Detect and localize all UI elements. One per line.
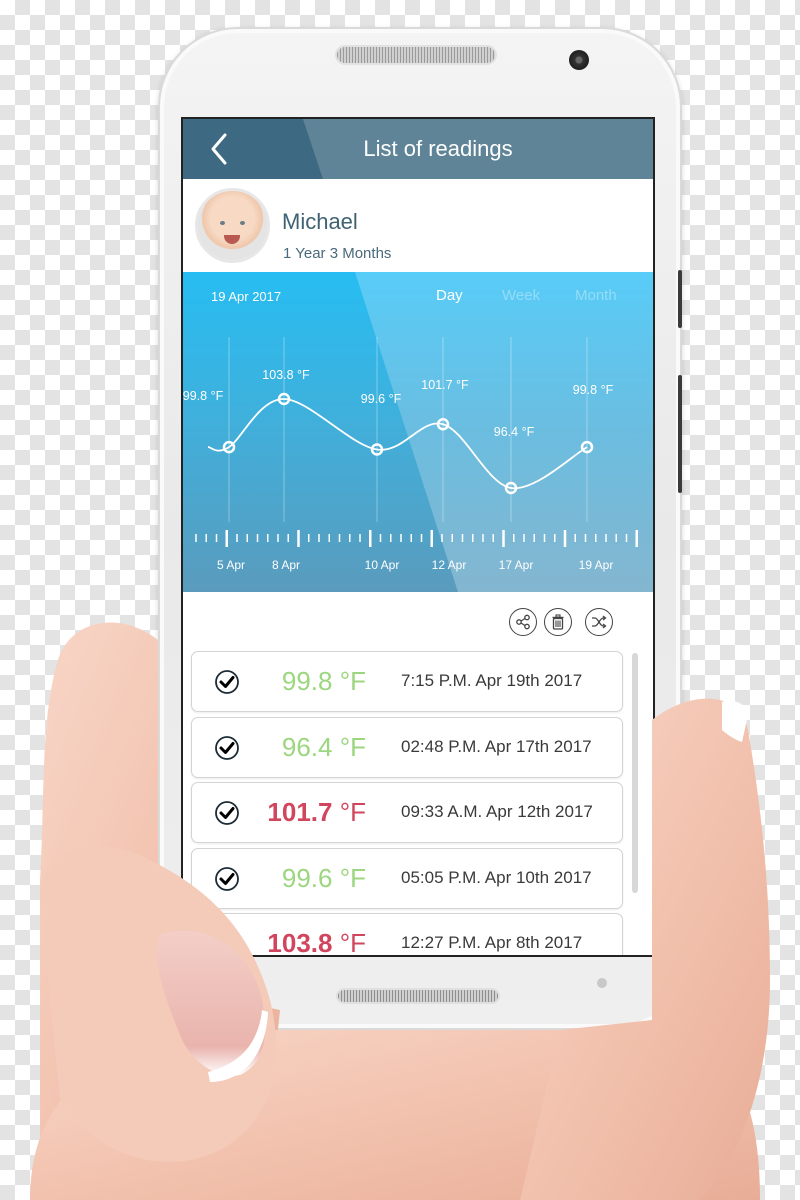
temperature-value: 101.7 °F [267, 797, 366, 828]
reading-row[interactable]: 96.4 °F 02:48 P.M. Apr 17th 2017 [191, 716, 623, 778]
temperature-value: 99.8 °F [282, 666, 366, 697]
reading-timestamp: 05:05 P.M. Apr 10th 2017 [401, 867, 592, 887]
data-label: 99.6 °F [361, 392, 402, 406]
series-line [207, 398, 588, 489]
line-chart[interactable]: 99.8 °F 103.8 °F 99.6 °F 101.7 °F 96.4 °F 99.… [183, 272, 653, 592]
x-tick-label: 8 Apr [272, 558, 300, 572]
temperature-number: 96.4 [281, 731, 333, 762]
app-header: List of readings [183, 119, 653, 179]
reading-timestamp: 12:27 P.M. Apr 8th 2017 [401, 933, 583, 952]
temperature-unit: °F [339, 731, 366, 762]
temperature-chart: 19 Apr 2017 Day Week Month 99.8 °F 103.8 … [183, 272, 653, 592]
volume-button [678, 270, 682, 328]
right-fingernail [722, 700, 748, 742]
temperature-value: 96.4 °F [282, 732, 366, 763]
checkbox[interactable] [214, 669, 240, 695]
avatar-eye [240, 221, 245, 225]
temperature-unit: °F [339, 666, 366, 696]
power-button [678, 375, 682, 493]
temperature-value: 99.6 °F [282, 863, 366, 894]
checkbox[interactable] [214, 931, 240, 955]
checkbox[interactable] [214, 735, 240, 761]
list-scrollbar[interactable] [632, 653, 638, 893]
check-circle-icon [215, 866, 239, 891]
temperature-number: 101.7 [267, 797, 333, 827]
shuffle-button[interactable] [585, 608, 613, 636]
temperature-number: 99.6 [281, 862, 333, 893]
data-label: 96.4 °F [494, 425, 535, 439]
check-circle-icon [215, 670, 239, 694]
front-camera [569, 50, 589, 70]
check-circle-icon [215, 735, 239, 760]
profile-age: 1 Year 3 Months [283, 245, 392, 262]
x-tick-label: 17 Apr [499, 558, 534, 572]
data-label: 99.8 °F [183, 389, 224, 403]
profile-card: Michael 1 Year 3 Months [183, 179, 653, 272]
checkbox[interactable] [214, 800, 240, 826]
temperature-number: 103.8 [267, 928, 333, 957]
palm [30, 1030, 760, 1200]
share-button[interactable] [509, 608, 537, 636]
x-tick-label: 10 Apr [365, 558, 400, 572]
trash-icon [552, 614, 564, 630]
sensor-dot [597, 978, 607, 988]
temperature-unit: °F [339, 862, 366, 893]
reading-timestamp: 02:48 P.M. Apr 17th 2017 [401, 736, 592, 756]
data-label: 103.8 °F [262, 368, 310, 382]
reading-timestamp: 7:15 P.M. Apr 19th 2017 [401, 671, 583, 690]
temperature-value: 103.8 °F [267, 928, 366, 957]
avatar-mouth [224, 235, 240, 244]
reading-row[interactable]: 99.6 °F 05:05 P.M. Apr 10th 2017 [191, 847, 623, 909]
bottom-speaker [336, 988, 500, 1004]
temperature-number: 99.8 [281, 666, 333, 696]
share-icon [516, 614, 530, 630]
page-title: List of readings [363, 136, 513, 161]
data-label: 101.7 °F [421, 378, 469, 392]
check-circle-icon [215, 801, 239, 825]
profile-name: Michael [282, 209, 358, 234]
reading-row[interactable]: 99.8 °F 7:15 P.M. Apr 19th 2017 [191, 651, 623, 712]
check-circle-icon [215, 932, 239, 955]
earpiece-speaker [335, 45, 497, 65]
reading-timestamp: 09:33 A.M. Apr 12th 2017 [401, 802, 593, 821]
avatar[interactable] [195, 188, 270, 263]
avatar-eye [220, 221, 225, 225]
x-tick-label: 5 Apr [217, 558, 245, 572]
temperature-unit: °F [339, 797, 366, 827]
temperature-unit: °F [339, 928, 366, 957]
data-label: 99.8 °F [573, 383, 614, 397]
shuffle-icon [592, 615, 607, 629]
x-tick-label: 12 Apr [432, 558, 467, 572]
reading-row[interactable]: 103.8 °F 12:27 P.M. Apr 8th 2017 [191, 913, 623, 957]
phone-screen: List of readings Michael 1 Year 3 Months… [181, 117, 655, 957]
reading-row[interactable]: 101.7 °F 09:33 A.M. Apr 12th 2017 [191, 782, 623, 843]
x-tick-label: 19 Apr [579, 558, 614, 572]
checkbox[interactable] [214, 866, 240, 892]
delete-button[interactable] [544, 608, 572, 636]
